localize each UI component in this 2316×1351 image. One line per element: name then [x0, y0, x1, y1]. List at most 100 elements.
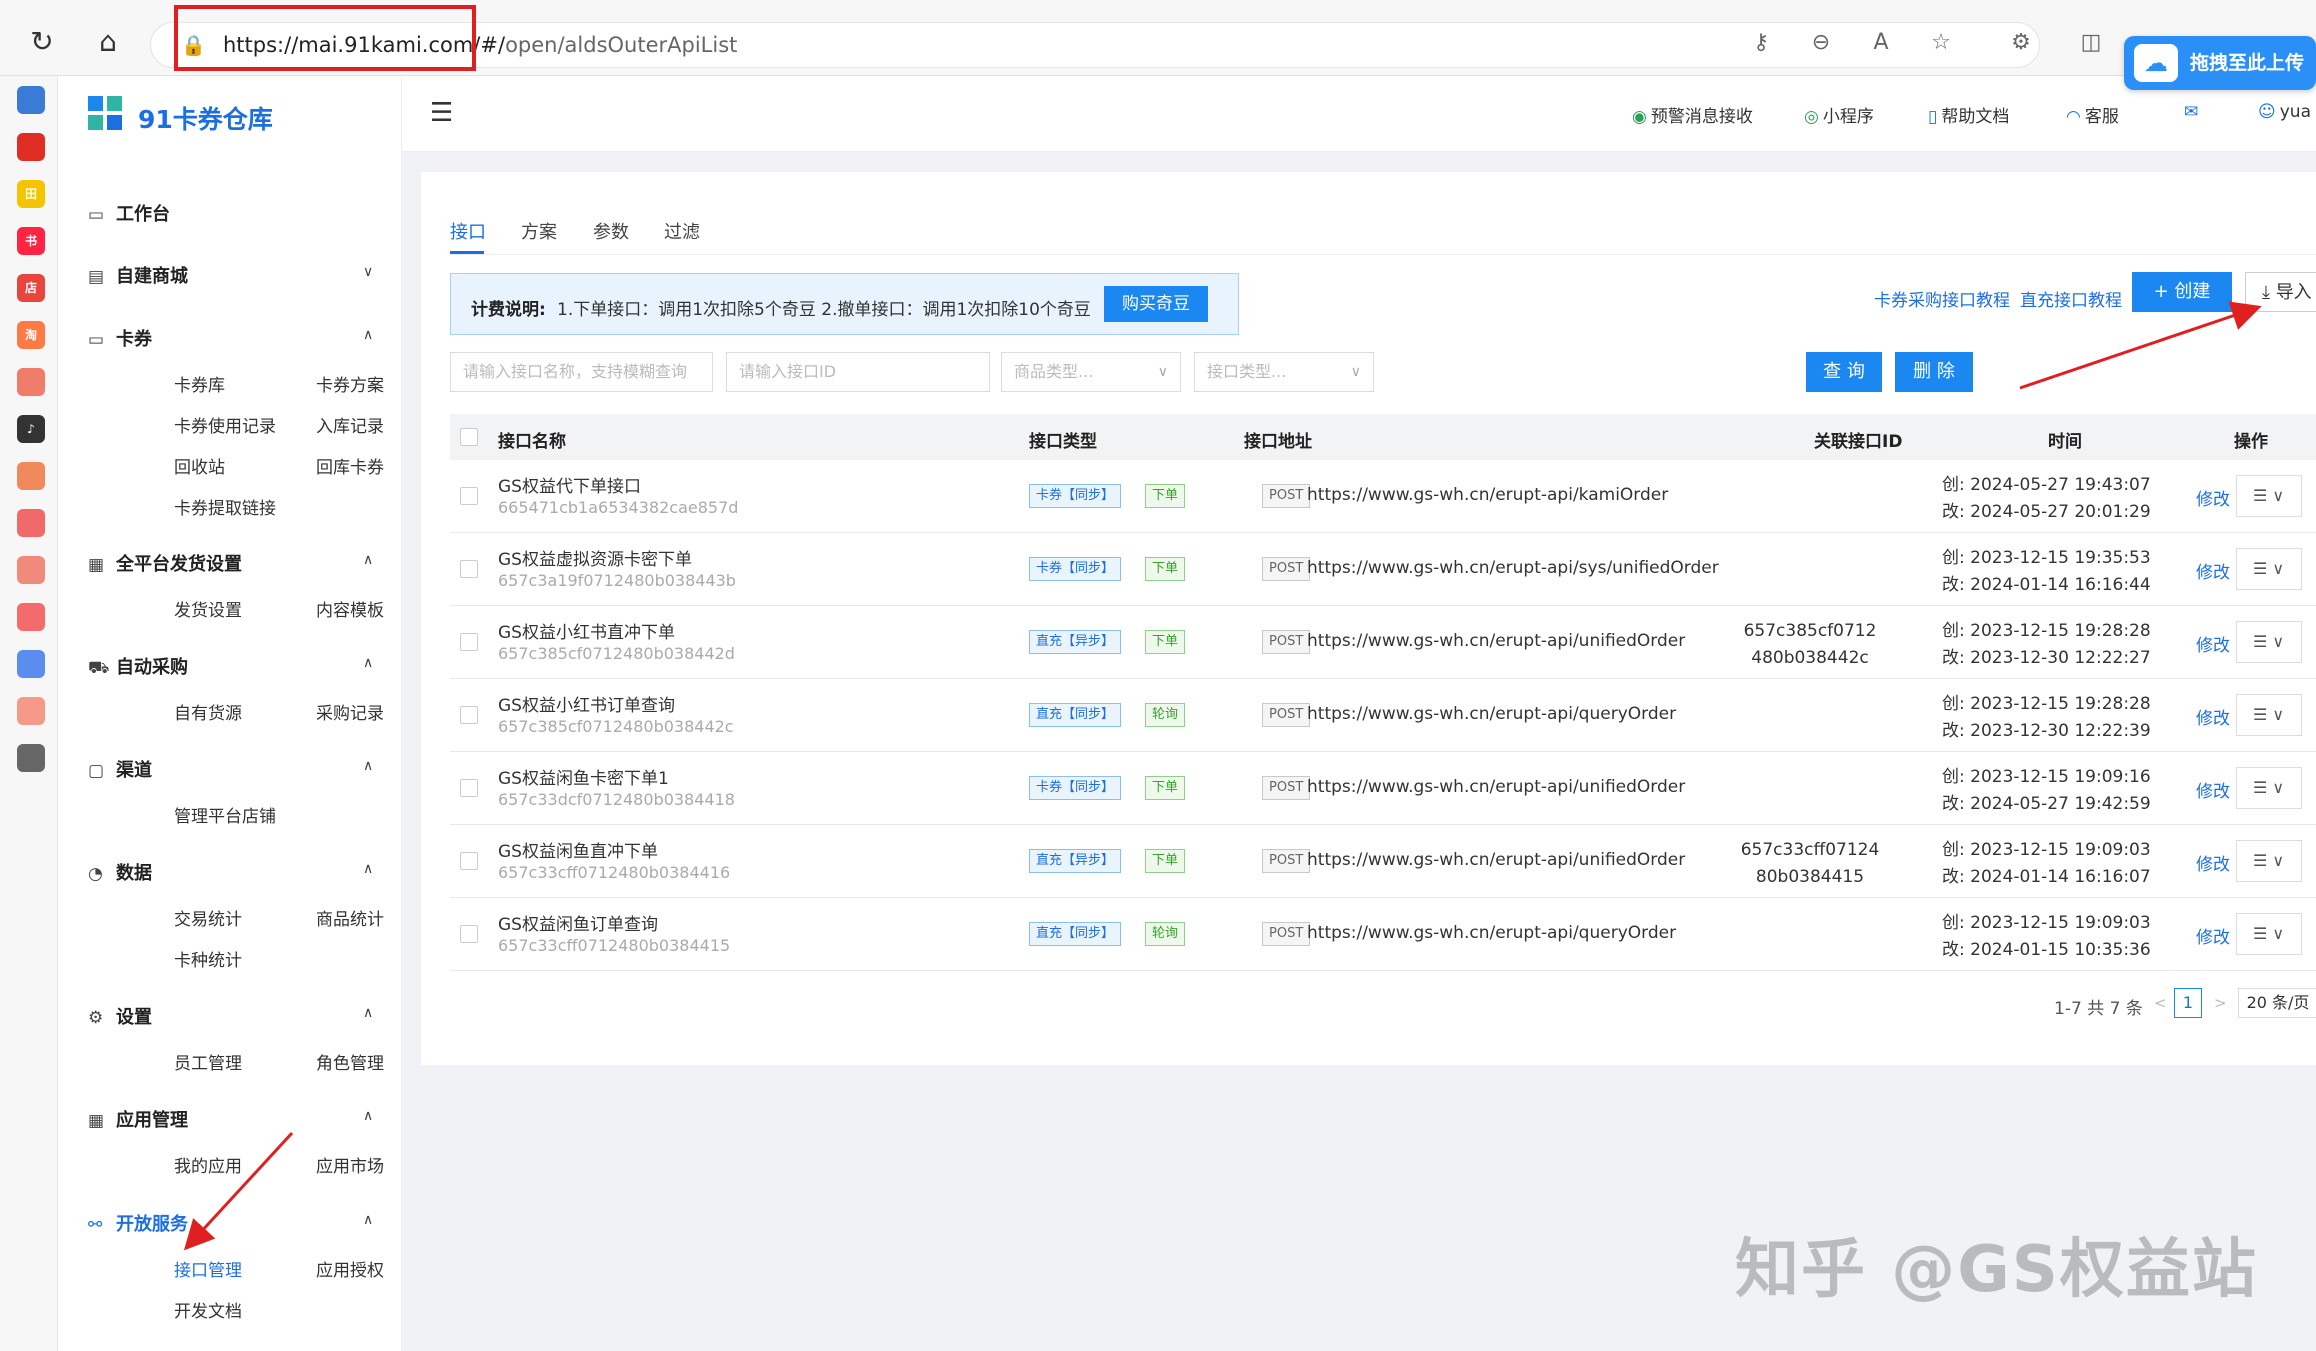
edit-link[interactable]: 修改	[2196, 777, 2230, 802]
thumb-icon[interactable]	[17, 509, 45, 537]
more-actions-dropdown[interactable]: ☰ ∨	[2236, 548, 2302, 590]
tab-params[interactable]: 参数	[593, 218, 629, 244]
chevron-up-icon[interactable]: ∧	[363, 655, 373, 671]
favorite-icon[interactable]: ☆	[1926, 30, 1956, 55]
more-actions-dropdown[interactable]: ☰ ∨	[2236, 913, 2302, 955]
sidebar-item[interactable]: 角色管理	[316, 1049, 384, 1074]
sidebar-item[interactable]: 卡券使用记录	[174, 412, 276, 437]
goods-type-select[interactable]: 商品类型... ∨	[1001, 352, 1181, 392]
sidebar-group-5[interactable]: ▢ 渠道	[88, 756, 152, 782]
tab-filter[interactable]: 过滤	[664, 218, 700, 244]
chevron-up-icon[interactable]: ∧	[363, 1108, 373, 1124]
edit-link[interactable]: 修改	[2196, 850, 2230, 875]
read-aloud-icon[interactable]: A	[1866, 30, 1896, 55]
sidebar-group-8[interactable]: ▦ 应用管理	[88, 1106, 188, 1132]
more-actions-dropdown[interactable]: ☰ ∨	[2236, 840, 2302, 882]
sidebar-item[interactable]: 应用授权	[316, 1256, 384, 1281]
taobao-icon[interactable]: 淘	[17, 321, 45, 349]
chevron-down-icon[interactable]: ∨	[363, 264, 373, 280]
sidebar-item[interactable]: 交易统计	[174, 905, 242, 930]
more-actions-dropdown[interactable]: ☰ ∨	[2236, 475, 2302, 517]
prev-page-icon[interactable]: <	[2154, 994, 2167, 1012]
row-checkbox[interactable]	[460, 560, 478, 578]
header-item-3[interactable]: ◠ 客服	[2066, 102, 2119, 127]
sidebar-group-9[interactable]: ⚯ 开放服务	[88, 1210, 188, 1236]
table-row[interactable]: GS权益闲鱼订单查询 657c33cff0712480b0384415 直充【同步】…	[450, 898, 2316, 971]
home-icon[interactable]: ⌂	[90, 24, 126, 60]
sidebar-item[interactable]: 回收站	[174, 453, 225, 478]
store-icon[interactable]	[17, 368, 45, 396]
row-checkbox[interactable]	[460, 852, 478, 870]
delete-button[interactable]: 删 除	[1895, 352, 1973, 392]
xiaohongshu-icon[interactable]: 书	[17, 227, 45, 255]
sidebar-item[interactable]: 内容模板	[316, 596, 384, 621]
tab-api[interactable]: 接口	[450, 218, 486, 244]
sidebar-item[interactable]: 卡券库	[174, 371, 225, 396]
sidebar-group-3[interactable]: ▦ 全平台发货设置	[88, 550, 242, 576]
sidebar-item[interactable]: 卡券方案	[316, 371, 384, 396]
import-button[interactable]: ⤓ 导入	[2245, 272, 2316, 312]
chevron-up-icon[interactable]: ∧	[363, 1005, 373, 1021]
zoom-out-icon[interactable]: ⊖	[1806, 30, 1836, 55]
buy-beans-button[interactable]: 购买奇豆	[1104, 286, 1208, 322]
sidebar-item[interactable]: 入库记录	[316, 412, 384, 437]
more-actions-dropdown[interactable]: ☰ ∨	[2236, 694, 2302, 736]
collapse-menu-icon[interactable]: ☰	[430, 98, 453, 128]
header-item-0[interactable]: ◉ 预警消息接收	[1632, 102, 1753, 127]
sidebar-group-7[interactable]: ⚙ 设置	[88, 1003, 152, 1029]
header-item-2[interactable]: ▯ 帮助文档	[1928, 102, 2009, 127]
sidebar-group-6[interactable]: ◔ 数据	[88, 859, 152, 885]
header-item-1[interactable]: ◎ 小程序	[1804, 102, 1874, 127]
sidebar-item[interactable]: 应用市场	[316, 1152, 384, 1177]
api-name-search-input[interactable]: 请输入接口名称，支持模糊查询	[450, 352, 713, 392]
sidebar-group-1[interactable]: ▤ 自建商城	[88, 262, 188, 288]
sidebar-group-2[interactable]: ▭ 卡券	[88, 325, 152, 351]
sidebar-item[interactable]: 卡种统计	[174, 946, 242, 971]
edit-link[interactable]: 修改	[2196, 558, 2230, 583]
chevron-up-icon[interactable]: ∧	[363, 327, 373, 343]
table-row[interactable]: GS权益小红书直冲下单 657c385cf0712480b038442d 直充【异步…	[450, 606, 2316, 679]
tianmao-icon[interactable]: 田	[17, 180, 45, 208]
table-row[interactable]: GS权益闲鱼卡密下单1 657c33dcf0712480b0384418 卡券【同步…	[450, 752, 2316, 825]
query-button[interactable]: 查 询	[1806, 352, 1882, 392]
chevron-up-icon[interactable]: ∧	[363, 1212, 373, 1228]
sidebar-item[interactable]: 发货设置	[174, 596, 242, 621]
sidebar-item[interactable]: 我的应用	[174, 1152, 242, 1177]
sidebar-group-4[interactable]: ⛟ 自动采购	[88, 653, 188, 680]
row-checkbox[interactable]	[460, 487, 478, 505]
header-item-5[interactable]: ☺ yua	[2258, 102, 2311, 122]
row-checkbox[interactable]	[460, 633, 478, 651]
sidebar-item[interactable]: 管理平台店铺	[174, 802, 276, 827]
tab-plan[interactable]: 方案	[521, 218, 557, 244]
app-orange-icon[interactable]	[17, 462, 45, 490]
header-item-4[interactable]: ✉	[2184, 102, 2202, 122]
row-checkbox[interactable]	[460, 706, 478, 724]
link-app-icon[interactable]	[17, 650, 45, 678]
sidebar-group-0[interactable]: ▭ 工作台	[88, 200, 170, 226]
sidebar-item[interactable]: 自有货源	[174, 699, 242, 724]
api-type-select[interactable]: 接口类型... ∨	[1194, 352, 1374, 392]
table-row[interactable]: GS权益闲鱼直冲下单 657c33cff0712480b0384416 直充【异步】…	[450, 825, 2316, 898]
key-icon[interactable]: ⚷	[1746, 30, 1776, 55]
next-page-icon[interactable]: >	[2214, 994, 2227, 1012]
sidebar-item[interactable]: 商品统计	[316, 905, 384, 930]
sidebar-item[interactable]: 员工管理	[174, 1049, 242, 1074]
edit-link[interactable]: 修改	[2196, 923, 2230, 948]
sidebar-item[interactable]: 卡券提取链接	[174, 494, 276, 519]
page-size-select[interactable]: 20 条/页	[2238, 988, 2316, 1018]
app-pink-icon[interactable]	[17, 697, 45, 725]
drag-upload-button[interactable]: ☁ 拖拽至此上传	[2124, 36, 2316, 90]
sidebar-item[interactable]: 回库卡券	[316, 453, 384, 478]
split-view-icon[interactable]: ◫	[2076, 30, 2106, 55]
row-checkbox[interactable]	[460, 925, 478, 943]
card-purchase-tutorial-link[interactable]: 卡券采购接口教程	[1874, 286, 2010, 311]
sidebar-item[interactable]: 接口管理	[174, 1256, 242, 1281]
table-row[interactable]: GS权益虚拟资源卡密下单 657c3a19f0712480b038443b 卡券【同…	[450, 533, 2316, 606]
more-actions-dropdown[interactable]: ☰ ∨	[2236, 621, 2302, 663]
refresh-icon[interactable]: ↻	[24, 24, 60, 60]
pinduoduo-icon[interactable]	[17, 133, 45, 161]
chevron-up-icon[interactable]: ∧	[363, 552, 373, 568]
select-all-checkbox[interactable]	[460, 428, 478, 446]
row-checkbox[interactable]	[460, 779, 478, 797]
app-red2-icon[interactable]	[17, 603, 45, 631]
